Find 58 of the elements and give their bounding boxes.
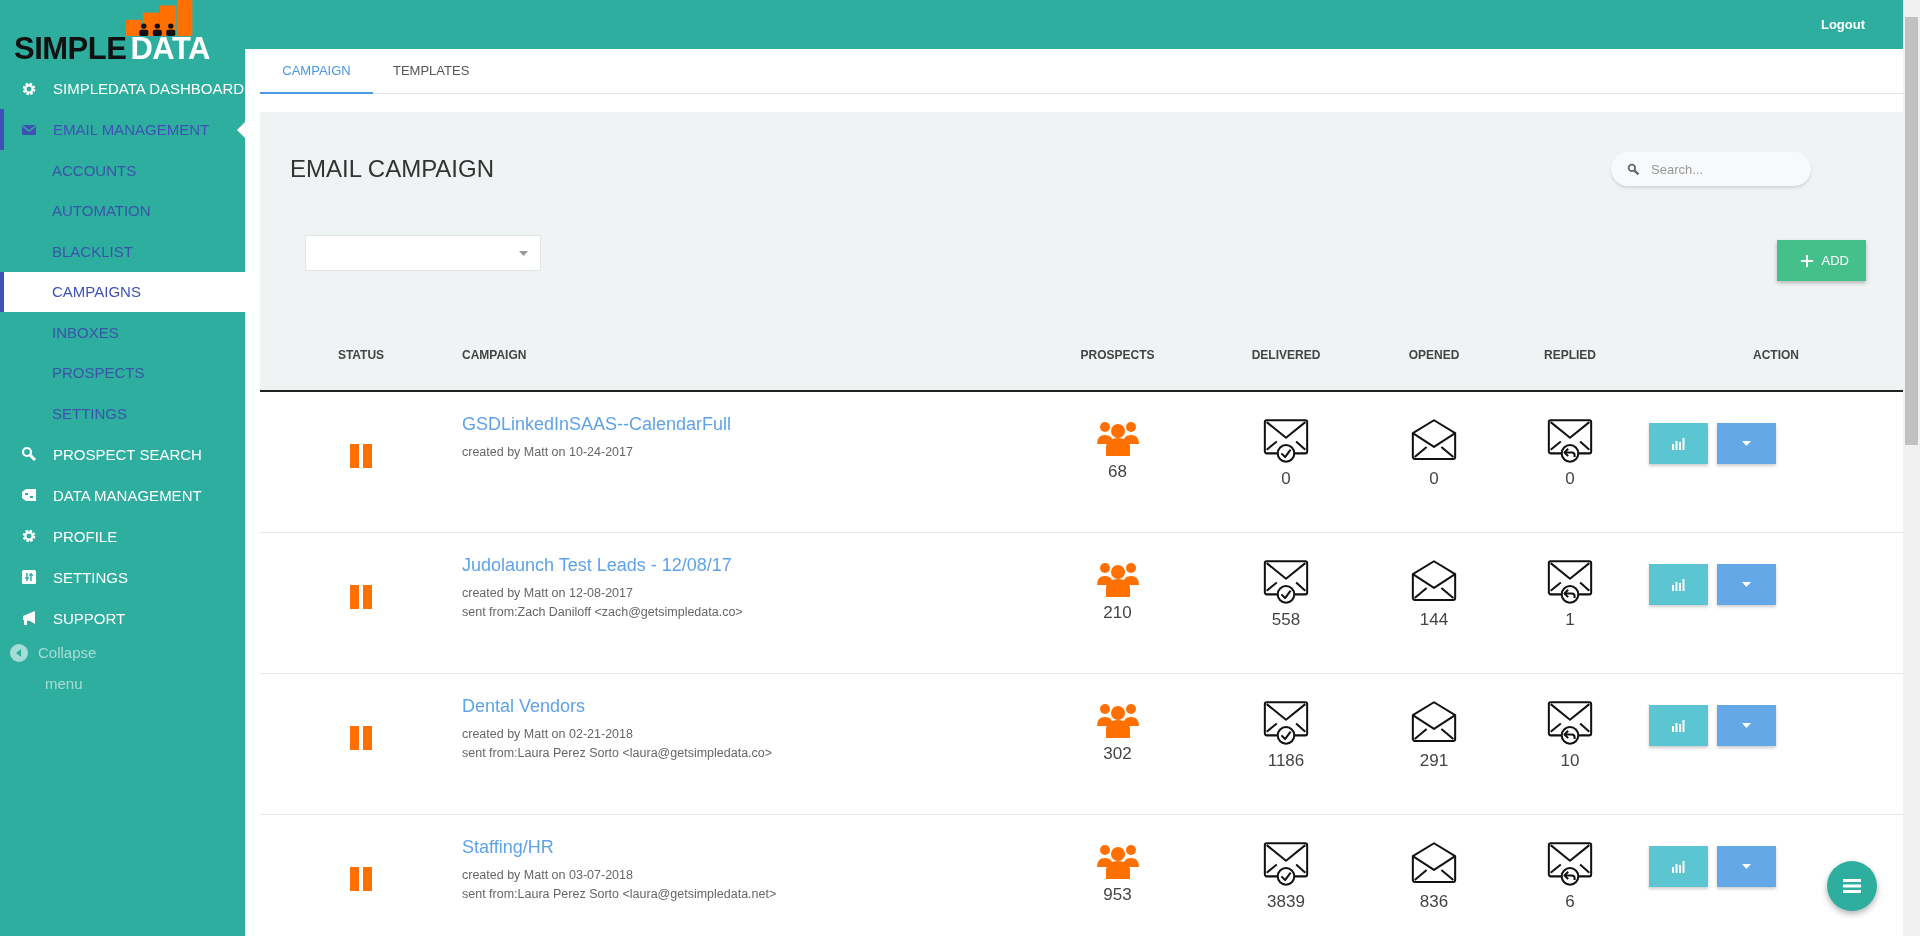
replied-count: 0 (1565, 469, 1575, 489)
replied-count: 6 (1565, 892, 1575, 912)
collapse-label[interactable]: menu (45, 674, 83, 692)
prospects-count: 953 (1103, 885, 1132, 905)
tab[interactable]: TEMPLATES (373, 49, 490, 94)
opened-count: 144 (1419, 610, 1449, 630)
sidebar-subitem[interactable]: CAMPAIGNS (0, 271, 245, 312)
sidebar-subitem[interactable]: ACCOUNTS (0, 150, 245, 191)
created-info: created by Matt on 03-07-2018 (462, 867, 634, 884)
collapse-label[interactable]: Collapse (38, 644, 97, 661)
search-field[interactable]: Search... (1611, 152, 1811, 186)
tab[interactable]: CAMPAIGN (260, 49, 373, 94)
delivered-count: 0 (1281, 469, 1291, 489)
sidebar-item[interactable]: PROSPECT SEARCH (0, 433, 245, 475)
created-info: created by Matt on 10-24-2017 (462, 444, 634, 461)
prospects-count: 302 (1103, 744, 1132, 764)
column-header: CAMPAIGN (462, 348, 528, 364)
column-header: REPLIED (1543, 348, 1597, 364)
opened-count: 0 (1429, 469, 1439, 489)
logo-text: SIMPLE (14, 33, 127, 64)
delivered-count: 558 (1271, 610, 1301, 630)
replied-count: 1 (1565, 610, 1575, 630)
sidebar-item[interactable]: SIMPLEDATA DASHBOARD (0, 68, 245, 109)
campaign-name-link[interactable]: Judolaunch Test Leads - 12/08/17 (462, 555, 732, 576)
page-title: EMAIL CAMPAIGN (290, 155, 495, 183)
sidebar-item[interactable]: EMAIL MANAGEMENT (0, 109, 245, 150)
logout-link[interactable]: Logout (1820, 17, 1865, 32)
campaign-name-link[interactable]: Dental Vendors (462, 696, 586, 717)
sidebar-item[interactable]: PROFILE (0, 515, 245, 557)
sender-info: sent from:Zach Daniloff <zach@getsimpledata.co> (462, 604, 744, 621)
sidebar-subitem[interactable]: AUTOMATION (0, 190, 245, 231)
created-info: created by Matt on 12-08-2017 (462, 585, 634, 602)
sidebar-subitem[interactable]: PROSPECTS (0, 352, 245, 393)
sidebar-item[interactable]: SUPPORT (0, 597, 245, 639)
column-header: ACTION (1752, 348, 1800, 364)
sidebar-item[interactable]: DATA MANAGEMENT (0, 474, 245, 516)
replied-count: 10 (1560, 751, 1580, 771)
column-header: STATUS (336, 348, 386, 364)
column-header: DELIVERED (1250, 348, 1322, 364)
sidebar-subitem[interactable]: SETTINGS (0, 393, 245, 434)
sender-info: sent from:Laura Perez Sorto <laura@getsimpledata.co> (462, 745, 774, 762)
delivered-count: 1186 (1267, 751, 1305, 771)
created-info: created by Matt on 02-21-2018 (462, 726, 634, 743)
prospects-count: 210 (1103, 603, 1132, 623)
column-header: PROSPECTS (1079, 348, 1156, 364)
prospects-count: 68 (1108, 462, 1127, 482)
opened-count: 291 (1419, 751, 1449, 771)
column-header: OPENED (1407, 348, 1461, 364)
logo-text: DATA (130, 33, 210, 64)
campaign-name-link[interactable]: Staffing/HR (462, 837, 554, 858)
sidebar-subitem[interactable]: BLACKLIST (0, 231, 245, 272)
sidebar-subitem[interactable]: INBOXES (0, 312, 245, 353)
add-button[interactable]: ADD (1776, 240, 1866, 281)
sidebar-item[interactable]: SETTINGS (0, 556, 245, 598)
campaign-name-link[interactable]: GSDLinkedInSAAS--CalendarFull (462, 414, 732, 435)
opened-count: 836 (1419, 892, 1449, 912)
sender-info: sent from:Laura Perez Sorto <laura@getsimpledata.net> (462, 886, 778, 903)
delivered-count: 3839 (1267, 892, 1305, 912)
